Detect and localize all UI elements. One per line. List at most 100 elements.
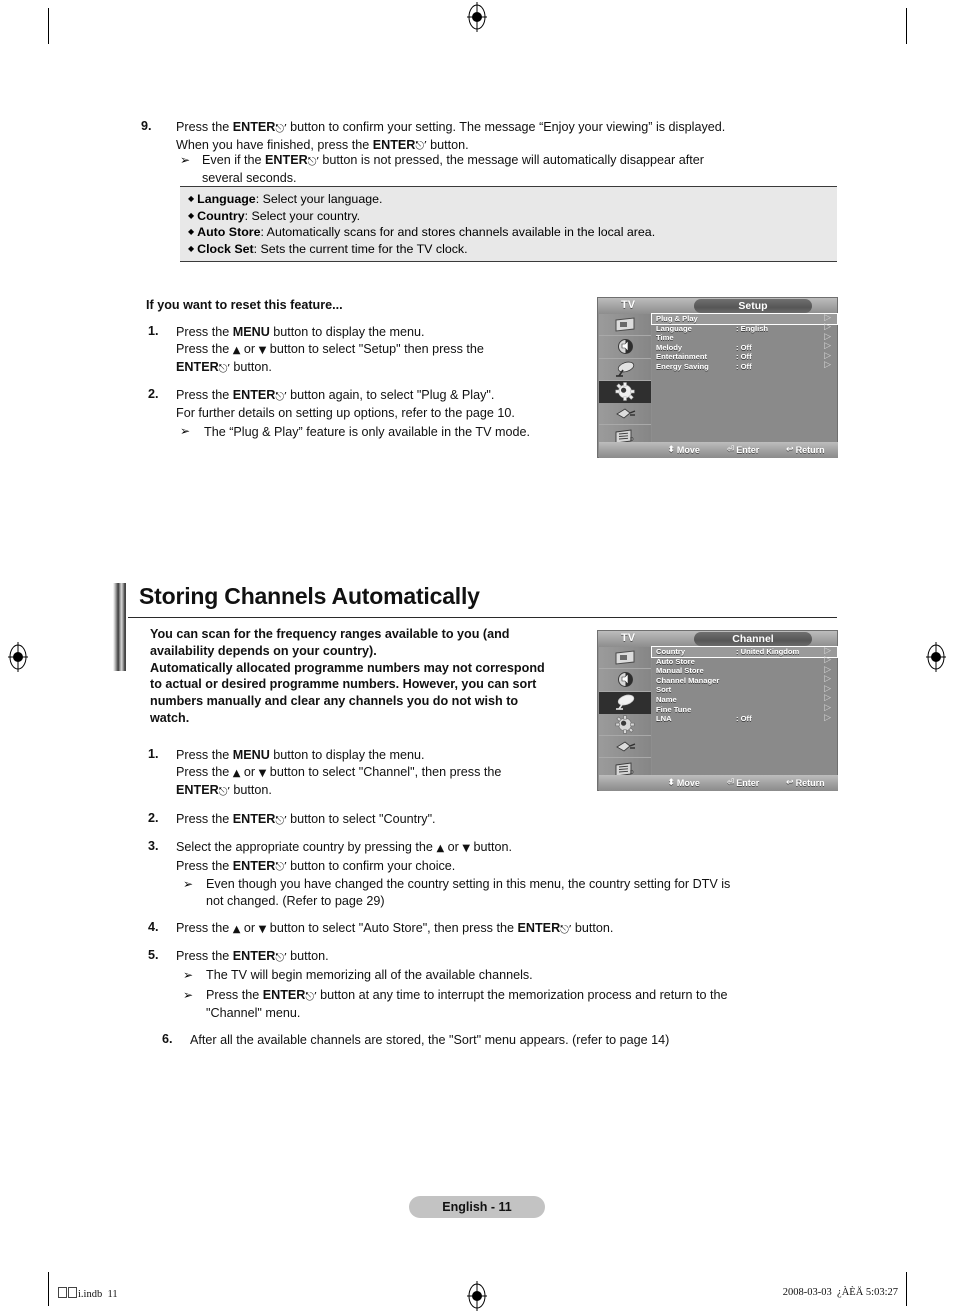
channel-satellite-icon xyxy=(616,694,635,711)
osd-setup-title: Setup xyxy=(694,299,812,313)
osd-row-label: Country xyxy=(656,647,686,656)
storing-s2-l1b: button to select "Country". xyxy=(286,812,436,826)
osd-row-label: LNA xyxy=(656,714,672,724)
page-title: Storing Channels Automatically xyxy=(139,583,480,609)
arrow-down-icon: ▼ xyxy=(462,843,471,854)
input-plug-icon xyxy=(616,408,636,419)
osd-row-label: Melody xyxy=(656,342,683,352)
note-arrow-icon: ➢ xyxy=(183,968,194,982)
sound-icon xyxy=(617,672,633,688)
osd-row-label: Language xyxy=(656,323,692,333)
osd-row-label: Sort xyxy=(656,685,672,695)
chevron-right-icon: ▷ xyxy=(824,712,831,723)
step-9-line2-b: button. xyxy=(426,137,469,152)
reset-step-1-number: 1. xyxy=(148,324,159,338)
storing-s3-note-b: not changed. (Refer to page 29) xyxy=(206,893,385,908)
osd-setup-row-energy-saving[interactable]: Energy Saving : Off ▷ xyxy=(652,360,837,372)
chevron-right-icon: ▷ xyxy=(824,360,831,371)
osd-icon-setup[interactable] xyxy=(599,714,651,737)
step-9-number: 9. xyxy=(141,119,152,133)
osd-setup-icon-column: D xyxy=(599,314,651,448)
osd-row-value: : United Kingdom xyxy=(736,647,800,656)
callout-item: ◆ Country: Select your country. xyxy=(188,208,837,225)
enter-icon: ⎋’ xyxy=(560,922,572,936)
osd-icon-channel[interactable] xyxy=(599,691,651,714)
osd-icon-picture[interactable] xyxy=(599,314,651,337)
storing-s4-l1a: Press the xyxy=(176,921,233,935)
enter-button-label: ENTER xyxy=(232,812,276,826)
diamond-bullet-icon: ◆ xyxy=(188,194,195,203)
reset-s1-l3b: button. xyxy=(229,360,272,375)
enter-icon: ⎋’ xyxy=(415,139,427,153)
footer-time: ¿ÀÈÄ 5:03:27 xyxy=(837,1287,898,1298)
step-9-note-b: button is not pressed, the message will … xyxy=(318,153,704,167)
osd-icon-sound[interactable] xyxy=(599,669,651,692)
registration-mark-bottom-icon xyxy=(467,1281,487,1311)
osd-setup-row-language[interactable]: Language : English ▷ xyxy=(652,322,837,334)
osd-setup-row-melody[interactable]: Melody : Off ▷ xyxy=(652,342,837,353)
osd-hint-return-label: Return xyxy=(795,445,825,455)
osd-icon-setup[interactable] xyxy=(599,380,651,404)
osd-setup-row-time[interactable]: Time ▷ xyxy=(652,332,837,343)
step-9-note: Even if the ENTER⎋’ button is not presse… xyxy=(202,152,842,186)
osd-icon-channel[interactable] xyxy=(599,359,651,381)
enter-icon: ⎋’ xyxy=(218,784,231,798)
enter-button-label: ENTER xyxy=(232,858,276,873)
missing-glyph-box-icon xyxy=(58,1287,67,1298)
osd-row-label: Manual Store xyxy=(656,666,704,676)
osd-icon-sound[interactable] xyxy=(599,336,651,359)
enter-button-label: ENTER xyxy=(232,949,276,963)
storing-step-4-text: Press the ▲ or ▼ button to select "Auto … xyxy=(176,920,836,939)
storing-s5-note2a: Press the xyxy=(206,988,263,1002)
osd-channel-row-country[interactable]: Country : United Kingdom ▷ xyxy=(651,646,838,658)
footer-file-name: i.indb xyxy=(78,1289,103,1300)
callout-desc: : Automatically scans for and stores cha… xyxy=(260,225,656,240)
osd-channel-row-manual-store[interactable]: Manual Store ▷ xyxy=(652,665,837,676)
storing-s2-l1a: Press the xyxy=(176,812,233,826)
setup-gear-icon xyxy=(615,382,635,401)
note-arrow-icon: ➢ xyxy=(180,424,191,438)
registration-mark-top-icon xyxy=(467,2,487,32)
osd-icon-picture[interactable] xyxy=(599,647,651,670)
osd-channel-tv-label: TV xyxy=(620,632,636,644)
tv-osd-setup-menu: TV Setup D Plug & Play ▷ Language: Engl… xyxy=(597,297,838,458)
osd-row-label: Name xyxy=(656,694,677,704)
storing-step-2-text: Press the ENTER⎋’ button to select "Coun… xyxy=(176,811,596,829)
osd-row-label: Fine Tune xyxy=(656,704,692,714)
osd-icon-input[interactable] xyxy=(599,736,651,759)
diamond-bullet-icon: ◆ xyxy=(188,243,195,253)
registration-mark-left-icon xyxy=(8,642,28,672)
menu-button-label: MENU xyxy=(232,748,270,762)
storing-step-1-number: 1. xyxy=(148,747,159,761)
storing-s1-or: or xyxy=(240,764,259,779)
osd-channel-row-auto-store[interactable]: Auto Store ▷ xyxy=(652,655,837,667)
footer-page-number: 11 xyxy=(107,1289,118,1300)
enter-button-label: ENTER xyxy=(176,360,219,375)
osd-channel-row-channel-manager[interactable]: Channel Manager ▷ xyxy=(652,675,837,686)
osd-setup-row-entertainment[interactable]: Entertainment : Off ▷ xyxy=(652,351,837,362)
callout-item: ◆ Language: Select your language. xyxy=(188,191,837,208)
arrow-up-icon: ▲ xyxy=(436,843,445,854)
osd-channel-row-sort[interactable]: Sort ▷ xyxy=(652,684,837,695)
crop-mark-bottom-right xyxy=(906,1272,907,1306)
osd-channel-row-fine-tune[interactable]: Fine Tune ▷ xyxy=(652,703,837,715)
osd-hint-return-label: Return xyxy=(795,778,825,788)
move-updown-icon: ⬍ xyxy=(667,445,675,455)
storing-s1-l2a: Press the xyxy=(176,764,233,779)
osd-setup-row-plug-play[interactable]: Plug & Play ▷ xyxy=(651,313,838,325)
enter-button-label: ENTER xyxy=(176,783,219,798)
return-icon: ↩ xyxy=(786,445,794,455)
osd-channel-row-name[interactable]: Name ▷ xyxy=(652,694,837,705)
osd-hint-enter-label: Enter xyxy=(736,445,760,455)
osd-channel-row-lna[interactable]: LNA : Off ▷ xyxy=(652,712,837,724)
osd-row-value: : English xyxy=(736,323,769,333)
osd-channel-topbar: TV Channel xyxy=(598,631,837,647)
reset-s1-l1c: button to display the menu. xyxy=(269,325,425,339)
osd-icon-input[interactable] xyxy=(599,403,651,426)
intro-line-1: You can scan for the frequency ranges av… xyxy=(150,627,510,641)
enter-button-label: ENTER xyxy=(232,388,276,402)
registration-mark-right-icon xyxy=(926,642,946,672)
footer-date: 2008-03-03 xyxy=(782,1287,832,1298)
osd-channel-title: Channel xyxy=(694,632,812,646)
reset-feature-heading: If you want to reset this feature... xyxy=(146,298,343,312)
